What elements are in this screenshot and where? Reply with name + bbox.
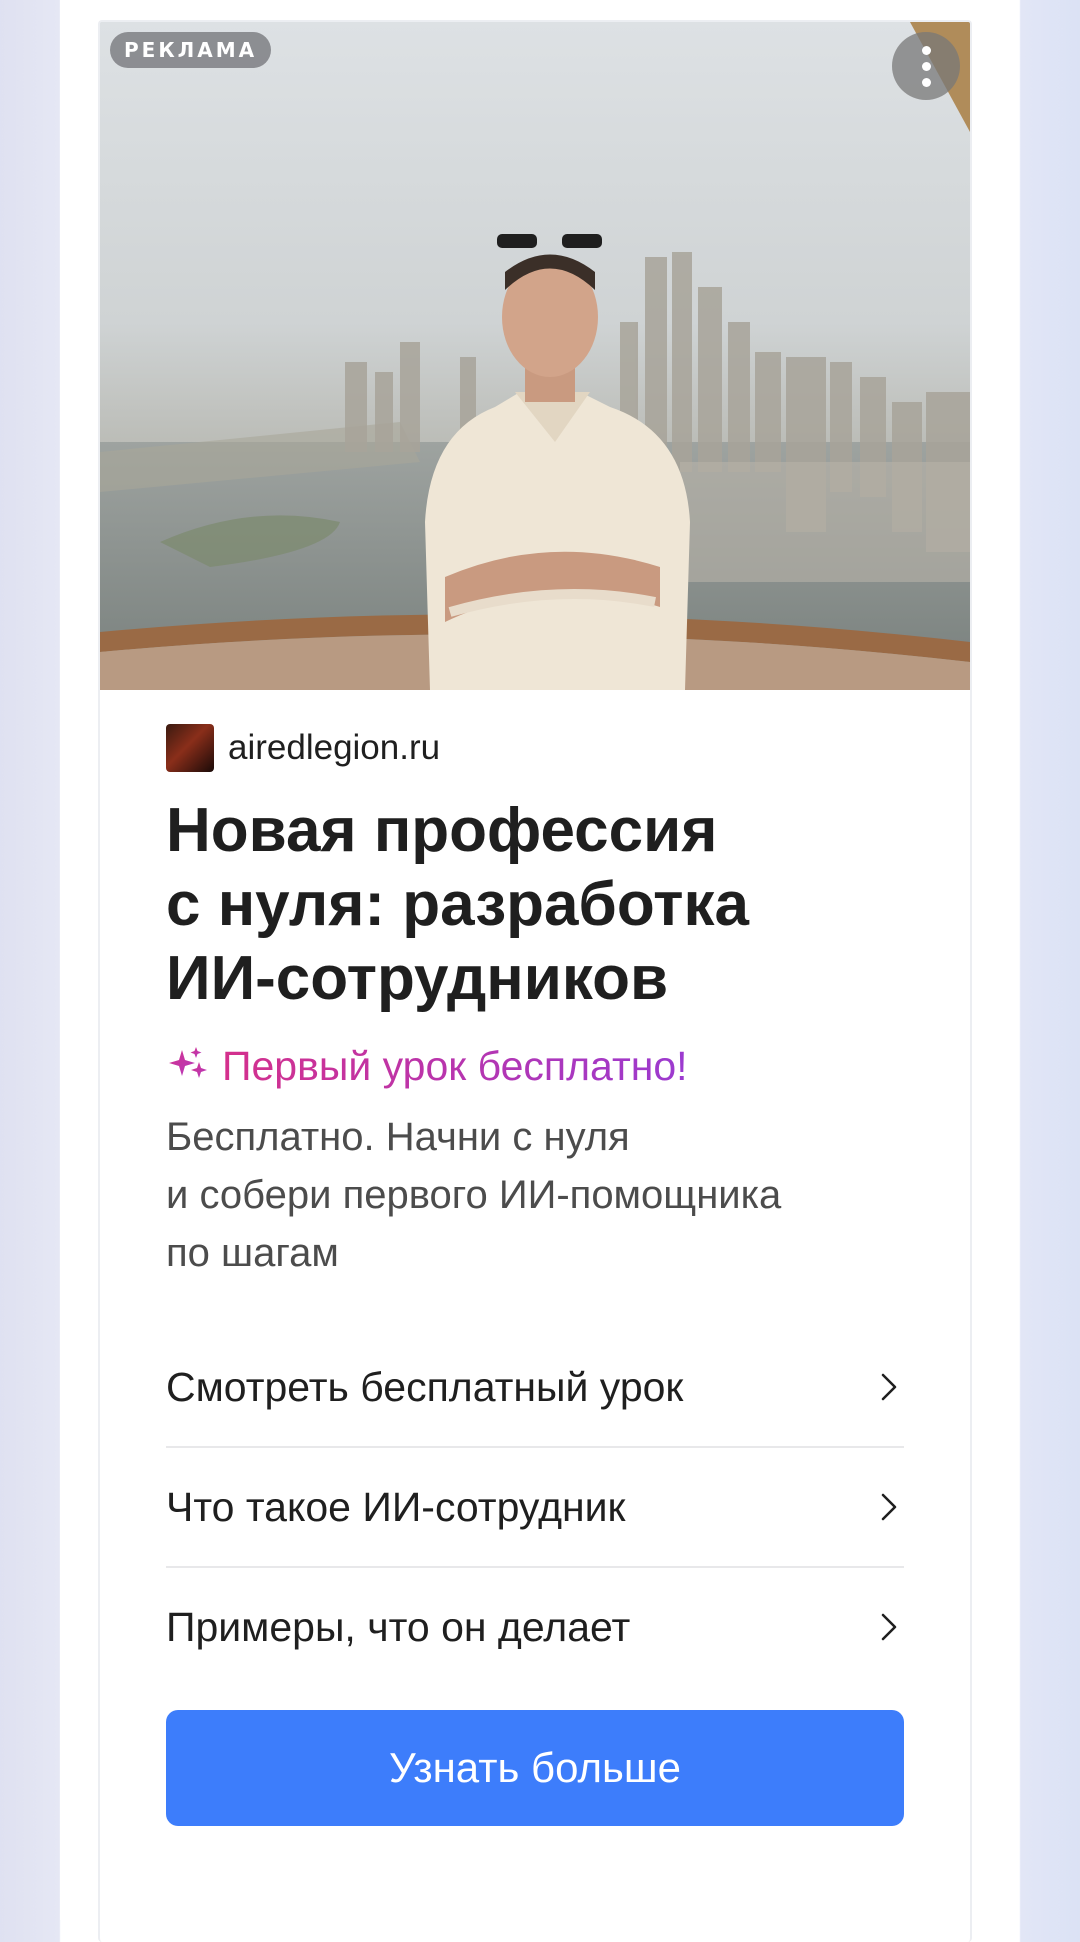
promo-line: Первый урок бесплатно! [166, 1036, 904, 1096]
headline-line: ИИ-сотрудников [166, 944, 669, 1013]
chevron-right-icon [874, 1612, 904, 1642]
description-line: Бесплатно. Начни с нуля [166, 1115, 630, 1159]
sitelink-label: Что такое ИИ-сотрудник [166, 1483, 626, 1530]
more-options-button[interactable] [892, 32, 960, 100]
chevron-right-icon [874, 1492, 904, 1522]
city-skyline-photo [100, 22, 970, 690]
description-line: и собери первого ИИ-помощника [166, 1173, 782, 1217]
ad-image[interactable]: РЕКЛАМА [100, 22, 970, 690]
sitelink-what-is-ai-employee[interactable]: Что такое ИИ-сотрудник [166, 1448, 904, 1568]
sitelinks-list: Смотреть бесплатный урок Что такое ИИ-со… [166, 1328, 904, 1686]
ad-source[interactable]: airedlegion.ru [166, 722, 904, 774]
sitelink-label: Примеры, что он делает [166, 1603, 631, 1650]
ad-headline[interactable]: Новая профессия с нуля: разработка ИИ-со… [166, 794, 904, 1016]
learn-more-button[interactable]: Узнать больше [166, 1710, 904, 1826]
source-domain: airedlegion.ru [228, 728, 441, 767]
ad-content: airedlegion.ru Новая профессия с нуля: р… [166, 722, 904, 1826]
sparkles-icon [169, 1047, 207, 1078]
ad-card[interactable]: РЕКЛАМА airedlegion.ru Новая профессия с… [98, 20, 972, 1942]
description-line: по шагам [166, 1231, 339, 1275]
sitelink-examples[interactable]: Примеры, что он делает [166, 1568, 904, 1686]
headline-line: с нуля: разработка [166, 870, 750, 939]
sitelink-free-lesson[interactable]: Смотреть бесплатный урок [166, 1328, 904, 1448]
more-vertical-icon [921, 45, 931, 55]
sitelink-label: Смотреть бесплатный урок [166, 1363, 684, 1410]
promo-text: Первый урок бесплатно! [222, 1042, 688, 1089]
ad-label-badge: РЕКЛАМА [110, 32, 272, 68]
source-favicon-icon [166, 724, 214, 772]
chevron-right-icon [874, 1372, 904, 1402]
headline-line: Новая профессия [166, 796, 718, 865]
ad-description: Бесплатно. Начни с нуля и собери первого… [166, 1108, 904, 1282]
